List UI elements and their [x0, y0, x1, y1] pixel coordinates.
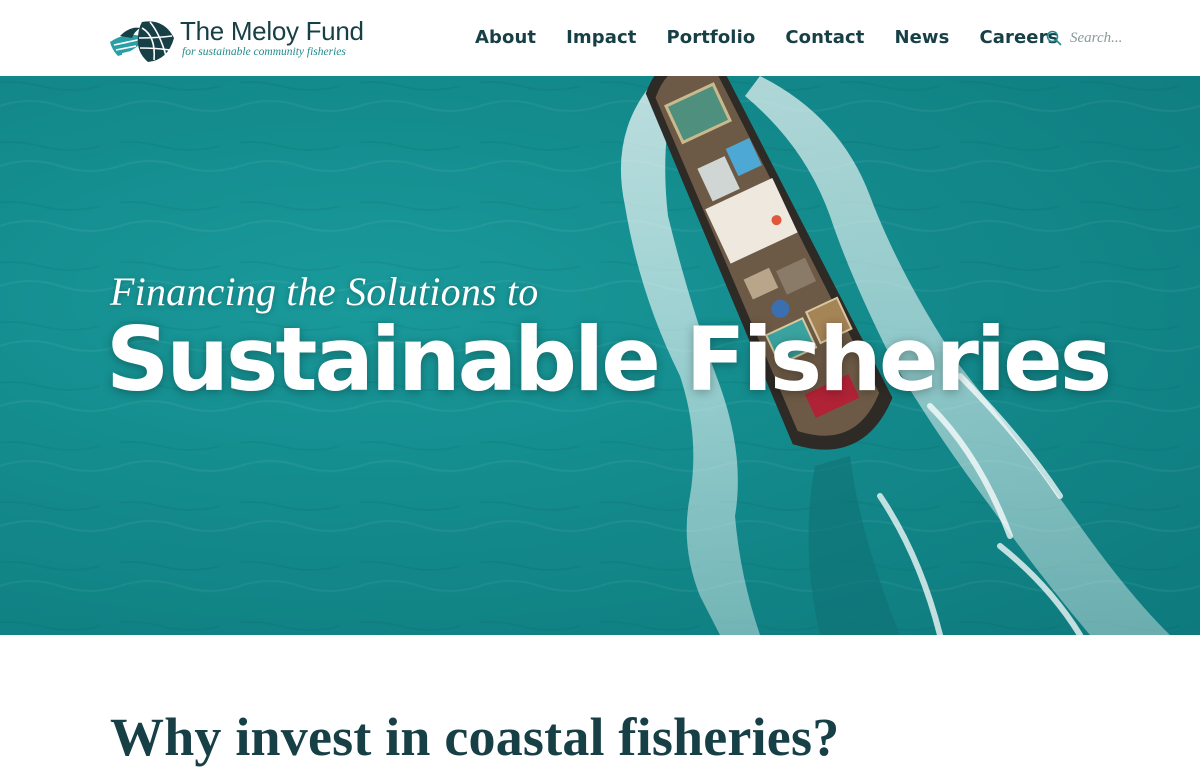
nav-item-contact[interactable]: Contact	[785, 27, 864, 48]
nav-item-impact[interactable]: Impact	[566, 27, 636, 48]
brand-tagline: for sustainable community fisheries	[182, 45, 346, 58]
logo-text: The Meloy Fund for sustainable community…	[180, 18, 364, 59]
hero-banner: Financing the Solutions to Sustainable F…	[0, 76, 1200, 635]
nav-item-news[interactable]: News	[894, 27, 949, 48]
nav-item-about[interactable]: About	[475, 27, 536, 48]
brand-name: The Meloy Fund	[180, 15, 364, 46]
main-nav: About Impact Portfolio Contact News Care…	[475, 22, 1058, 52]
search-box	[1046, 26, 1132, 50]
section-heading: Why invest in coastal fisheries?	[110, 707, 840, 767]
hero-title: Sustainable Fisheries	[106, 308, 1112, 411]
site-header: The Meloy Fund for sustainable community…	[0, 0, 1200, 76]
search-input[interactable]	[1070, 29, 1132, 47]
nav-item-portfolio[interactable]: Portfolio	[666, 27, 755, 48]
meloy-fund-logo-icon	[110, 21, 174, 62]
search-icon[interactable]	[1046, 30, 1062, 46]
logo-link[interactable]: The Meloy Fund for sustainable community…	[108, 11, 368, 65]
